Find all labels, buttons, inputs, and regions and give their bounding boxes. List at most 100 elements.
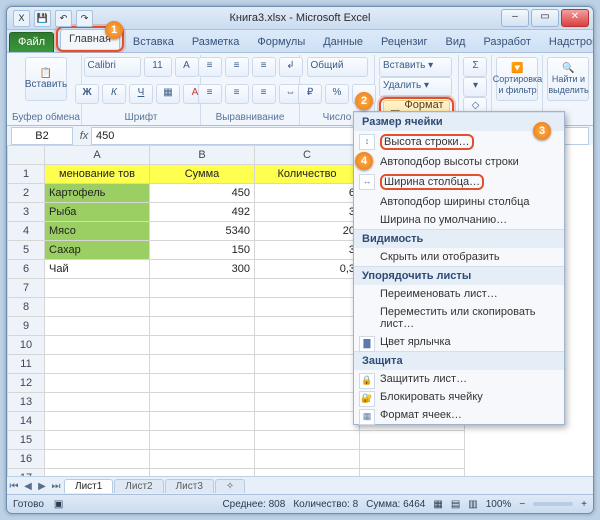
cell[interactable] <box>150 412 255 431</box>
col-header[interactable]: B <box>150 146 255 165</box>
row-header[interactable]: 5 <box>8 241 45 260</box>
row-header[interactable]: 16 <box>8 450 45 469</box>
align-mid-icon[interactable]: ≡ <box>225 57 249 77</box>
cell[interactable]: менование тов <box>45 165 150 184</box>
menu-rename-sheet[interactable]: Переименовать лист… <box>354 285 564 303</box>
align-left-icon[interactable]: ≡ <box>198 84 222 104</box>
sheet-nav-next[interactable]: ▶ <box>35 481 49 492</box>
minimize-button[interactable]: – <box>501 9 529 27</box>
sheet-nav-last[interactable]: ⏭ <box>49 481 63 492</box>
zoom-in-icon[interactable]: + <box>581 499 587 510</box>
sort-filter-button[interactable]: 🔽 Сортировка и фильтр <box>496 57 538 101</box>
sheet-tab[interactable]: Лист2 <box>114 479 163 493</box>
grow-font-icon[interactable]: A <box>175 57 199 77</box>
zoom-out-icon[interactable]: − <box>519 499 525 510</box>
row-header[interactable]: 9 <box>8 317 45 336</box>
paste-button[interactable]: 📋 Вставить <box>25 57 67 101</box>
underline-button[interactable]: Ч <box>129 84 153 104</box>
cell[interactable] <box>255 336 360 355</box>
cell[interactable] <box>45 374 150 393</box>
cell[interactable] <box>255 279 360 298</box>
menu-row-height[interactable]: ↕Высота строки… <box>354 131 564 153</box>
row-header[interactable]: 11 <box>8 355 45 374</box>
menu-default-width[interactable]: Ширина по умолчанию… <box>354 211 564 229</box>
cell[interactable] <box>150 450 255 469</box>
cell[interactable] <box>150 431 255 450</box>
select-all[interactable] <box>8 146 45 165</box>
tab-insert[interactable]: Вставка <box>124 32 183 52</box>
tab-addin[interactable]: Надстрой <box>540 32 594 52</box>
tab-layout[interactable]: Разметка <box>183 32 249 52</box>
menu-autofit-col[interactable]: Автоподбор ширины столбца <box>354 193 564 211</box>
sheet-nav-prev[interactable]: ◀ <box>21 481 35 492</box>
menu-column-width[interactable]: ↔Ширина столбца… <box>354 171 564 193</box>
tab-view[interactable]: Вид <box>437 32 475 52</box>
row-header[interactable]: 6 <box>8 260 45 279</box>
insert-cells-button[interactable]: Вставить ▾ <box>379 57 452 77</box>
cell[interactable] <box>255 412 360 431</box>
cell[interactable] <box>360 450 465 469</box>
tab-review[interactable]: Рецензиг <box>372 32 437 52</box>
bold-button[interactable]: Ж <box>75 84 99 104</box>
view-layout-icon[interactable]: ▤ <box>451 499 460 510</box>
tab-file[interactable]: Файл <box>9 32 54 52</box>
menu-hide-show[interactable]: Скрыть или отобразить <box>354 248 564 266</box>
cell[interactable]: 150 <box>150 241 255 260</box>
align-center-icon[interactable]: ≡ <box>225 84 249 104</box>
cell[interactable] <box>255 317 360 336</box>
cell[interactable] <box>255 431 360 450</box>
view-break-icon[interactable]: ▥ <box>468 499 477 510</box>
row-header[interactable]: 10 <box>8 336 45 355</box>
cell[interactable]: Картофель <box>45 184 150 203</box>
cell[interactable] <box>150 317 255 336</box>
cell[interactable] <box>150 374 255 393</box>
menu-protect-sheet[interactable]: 🔒Защитить лист… <box>354 370 564 388</box>
currency-icon[interactable]: ₽ <box>298 84 322 104</box>
italic-button[interactable]: К <box>102 84 126 104</box>
tab-data[interactable]: Данные <box>314 32 372 52</box>
tab-dev[interactable]: Разработ <box>474 32 539 52</box>
cell[interactable] <box>45 336 150 355</box>
cell[interactable] <box>150 279 255 298</box>
cell[interactable] <box>45 279 150 298</box>
col-header[interactable]: A <box>45 146 150 165</box>
cell[interactable] <box>255 374 360 393</box>
cell[interactable]: 5340 <box>150 222 255 241</box>
cell[interactable]: 450 <box>150 184 255 203</box>
cell[interactable]: Мясо <box>45 222 150 241</box>
cell[interactable]: Сахар <box>45 241 150 260</box>
cell[interactable] <box>45 450 150 469</box>
row-header[interactable]: 7 <box>8 279 45 298</box>
menu-lock-cell[interactable]: 🔐Блокировать ячейку <box>354 388 564 406</box>
cell[interactable] <box>255 393 360 412</box>
cell[interactable] <box>45 317 150 336</box>
zoom-level[interactable]: 100% <box>486 499 512 510</box>
menu-move-sheet[interactable]: Переместить или скопировать лист… <box>354 303 564 333</box>
fill-icon[interactable]: ▾ <box>463 77 487 97</box>
cell[interactable] <box>150 336 255 355</box>
cell[interactable]: Сумма <box>150 165 255 184</box>
row-header[interactable]: 4 <box>8 222 45 241</box>
row-header[interactable]: 12 <box>8 374 45 393</box>
wrap-text-icon[interactable]: ↲ <box>279 57 303 77</box>
close-button[interactable]: ✕ <box>561 9 589 27</box>
cell[interactable]: Количество <box>255 165 360 184</box>
tab-formulas[interactable]: Формулы <box>248 32 314 52</box>
cell[interactable]: 6 <box>255 184 360 203</box>
menu-autofit-row[interactable]: Автоподбор высоты строки <box>354 153 564 171</box>
cell[interactable] <box>150 298 255 317</box>
cell[interactable] <box>255 450 360 469</box>
new-sheet-button[interactable]: ✧ <box>215 479 245 493</box>
cell[interactable] <box>45 412 150 431</box>
border-button[interactable]: ▦ <box>156 84 180 104</box>
col-header[interactable]: C <box>255 146 360 165</box>
font-size[interactable]: 11 <box>144 57 172 77</box>
cell[interactable] <box>150 355 255 374</box>
font-select[interactable]: Calibri <box>84 57 141 77</box>
menu-tab-color[interactable]: ▇Цвет ярлычка <box>354 333 564 351</box>
number-format[interactable]: Общий <box>307 57 368 77</box>
sheet-tab[interactable]: Лист1 <box>64 479 113 493</box>
cell[interactable] <box>255 355 360 374</box>
macro-rec-icon[interactable]: ▣ <box>54 499 63 510</box>
cell[interactable] <box>45 355 150 374</box>
